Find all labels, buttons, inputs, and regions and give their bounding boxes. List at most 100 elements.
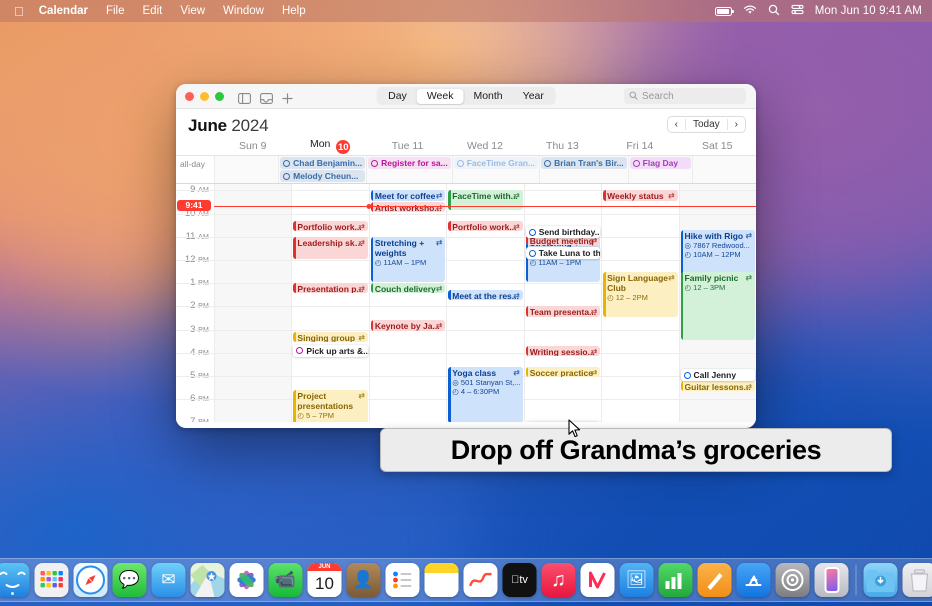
all-day-event[interactable]: Brian Tran's Bir... [541, 157, 627, 169]
search-input[interactable]: Search [624, 88, 746, 104]
dock-item-calendar[interactable]: JUN 10 [307, 563, 342, 597]
day-header-fri[interactable]: Fri 14 [601, 140, 678, 152]
dock-item-safari[interactable] [73, 563, 108, 597]
dock-item-keynote[interactable]: 🖼 [619, 563, 654, 597]
dock-item-facetime[interactable]: 📹 [268, 563, 303, 597]
dock-item-numbers[interactable] [658, 563, 693, 597]
day-header-sat[interactable]: Sat 15 [679, 140, 756, 152]
dock-item-mail[interactable]: ✉ [151, 563, 186, 597]
calendar-event[interactable]: Presentation p... ⇄ [293, 283, 368, 294]
checkbox-circle-icon[interactable] [528, 228, 536, 236]
calendar-event[interactable]: Meet at the res... ⇄ [448, 290, 523, 301]
next-week-button[interactable]: › [728, 117, 745, 132]
all-day-cell[interactable] [691, 156, 756, 183]
all-day-cell[interactable]: Register for sa... [366, 156, 452, 183]
checkbox-circle-icon[interactable] [528, 249, 536, 257]
day-header-mon[interactable]: Mon 10 [291, 138, 368, 155]
reminder-item[interactable]: Pick up arts &... [293, 344, 368, 357]
tab-week[interactable]: Week [416, 88, 464, 104]
menu-item-calendar[interactable]: Calendar [30, 0, 97, 22]
calendar-event[interactable]: Yoga class ◎ 501 Stanyan St,... ◴ 4 – 6:30… [448, 366, 523, 422]
prev-week-button[interactable]: ‹ [668, 117, 685, 132]
calendar-event[interactable]: Portfolio work... ⇄ [448, 220, 523, 231]
dock-item-notes[interactable] [424, 563, 459, 597]
calendar-event[interactable]: Weekly status ⇄ [603, 190, 678, 201]
calendar-event[interactable]: Stretching + weights◴ 11AM – 1PM ⇄ [370, 236, 446, 282]
dock-item-trash[interactable] [902, 563, 932, 597]
day-column-thu[interactable]: Stretching + weights◴ 11AM – 1PM⇄Budget … [523, 184, 601, 422]
search-icon[interactable] [768, 4, 780, 19]
inbox-icon[interactable] [260, 91, 273, 104]
calendar-event[interactable]: Sign Language Club ◴ 12 – 2PM ⇄ [603, 271, 678, 317]
reminder-item[interactable]: Take Luna to th... [525, 247, 601, 260]
day-column-mon[interactable]: Portfolio work... ⇄ Leadership skil... ⇄ Pre… [291, 184, 368, 422]
dock-item-system-settings[interactable] [775, 563, 810, 597]
tab-month[interactable]: Month [463, 89, 512, 104]
calendar-event[interactable]: Soccer practice ⇄ [525, 366, 601, 377]
dock-item-downloads-folder[interactable] [863, 563, 898, 597]
today-button[interactable]: Today [686, 117, 727, 132]
dock-item-pages[interactable] [697, 563, 732, 597]
calendar-event[interactable]: Couch delivery ⇄ [370, 283, 446, 294]
calendar-event[interactable]: Team presenta... ⇄ [525, 306, 601, 317]
day-column-tue[interactable]: Meet for coffee ⇄ Artist worksho... ⇄ Stretc… [368, 184, 446, 422]
day-header-sun[interactable]: Sun 9 [214, 140, 291, 152]
dock-item-launchpad[interactable] [34, 563, 69, 597]
battery-icon[interactable] [714, 6, 734, 16]
all-day-cell[interactable]: Chad Benjamin... Melody Cheun... [278, 156, 366, 183]
add-event-icon[interactable] [282, 91, 293, 104]
day-column-fri[interactable]: Weekly status ⇄ Sign Language Club ◴ 12 – 2… [601, 184, 678, 422]
all-day-event[interactable]: Register for sa... [368, 157, 451, 169]
reminder-item[interactable]: Call Jenny [680, 369, 755, 382]
all-day-event[interactable]: FaceTime Gran... [453, 157, 539, 169]
all-day-event[interactable]: Chad Benjamin... [280, 157, 366, 169]
all-day-cell[interactable]: FaceTime Gran... [451, 156, 539, 183]
day-header-tue[interactable]: Tue 11 [369, 140, 446, 152]
tab-day[interactable]: Day [378, 89, 417, 104]
zoom-button[interactable] [215, 91, 224, 101]
menu-item-file[interactable]: File [97, 0, 134, 22]
close-button[interactable] [185, 91, 194, 101]
dock-item-contacts[interactable]: 👤 [346, 563, 381, 597]
all-day-cell[interactable]: Brian Tran's Bir... [539, 156, 628, 183]
dock-item-appletv[interactable]: tv [502, 563, 537, 597]
dock-item-news[interactable] [580, 563, 615, 597]
dock-item-photos[interactable] [229, 563, 264, 597]
menu-bar-clock[interactable]: Mon Jun 10 9:41 AM [815, 5, 922, 17]
day-column-sun[interactable] [214, 184, 292, 422]
dock-item-iphone-mirroring[interactable] [814, 563, 849, 597]
checkbox-circle-icon[interactable] [683, 371, 691, 379]
dock-item-music[interactable]: ♫ [541, 563, 576, 597]
dock-item-app-store[interactable] [736, 563, 771, 597]
minimize-button[interactable] [200, 91, 209, 101]
all-day-event[interactable]: Flag Day [629, 157, 691, 169]
dock-item-freeform[interactable] [463, 563, 498, 597]
dock-item-finder[interactable] [0, 563, 30, 597]
sidebar-toggle-icon[interactable] [238, 91, 251, 104]
all-day-cell[interactable] [214, 156, 278, 183]
day-header-thu[interactable]: Thu 13 [524, 140, 601, 152]
calendar-event[interactable]: Project presentations ◴ 5 – 7PM ⇄ [293, 390, 368, 422]
day-column-wed[interactable]: FaceTime with... ⇄ Portfolio work... ⇄ Meet … [446, 184, 523, 422]
calendar-event[interactable]: Keynote by Ja... ⇄ [370, 320, 446, 331]
reminder-item[interactable]: Send birthday... [525, 226, 601, 239]
all-day-event[interactable]: Melody Cheun... [280, 170, 366, 182]
menu-item-edit[interactable]: Edit [134, 0, 172, 22]
day-column-sat[interactable]: Hike with Rigo ◎ 7867 Redwood... ◴ 10AM – … [678, 184, 756, 422]
all-day-cell[interactable]: Flag Day [627, 156, 692, 183]
day-header-wed[interactable]: Wed 12 [446, 140, 523, 152]
wifi-icon[interactable] [743, 4, 757, 18]
dock-item-messages[interactable]: 💬 [112, 563, 147, 597]
calendar-grid-scroll[interactable]: 9 AM10 AM11 AM12 PM1 PM2 PM3 PM4 PM5 PM6… [176, 184, 756, 422]
calendar-event[interactable]: Meet for coffee ⇄ [370, 190, 446, 201]
apple-logo-icon[interactable]:  [8, 5, 30, 18]
calendar-event[interactable]: Singing group ⇄ [293, 332, 368, 343]
dock-item-maps[interactable] [190, 563, 225, 597]
calendar-event[interactable]: Family picnic ◴ 12 – 3PM ⇄ [680, 271, 755, 340]
control-center-icon[interactable] [791, 4, 804, 18]
calendar-event[interactable]: Writing sessio... ⇄ [525, 345, 601, 357]
tab-year[interactable]: Year [513, 89, 554, 104]
menu-item-window[interactable]: Window [214, 0, 273, 22]
checkbox-circle-icon[interactable] [296, 347, 304, 355]
menu-item-help[interactable]: Help [273, 0, 315, 22]
